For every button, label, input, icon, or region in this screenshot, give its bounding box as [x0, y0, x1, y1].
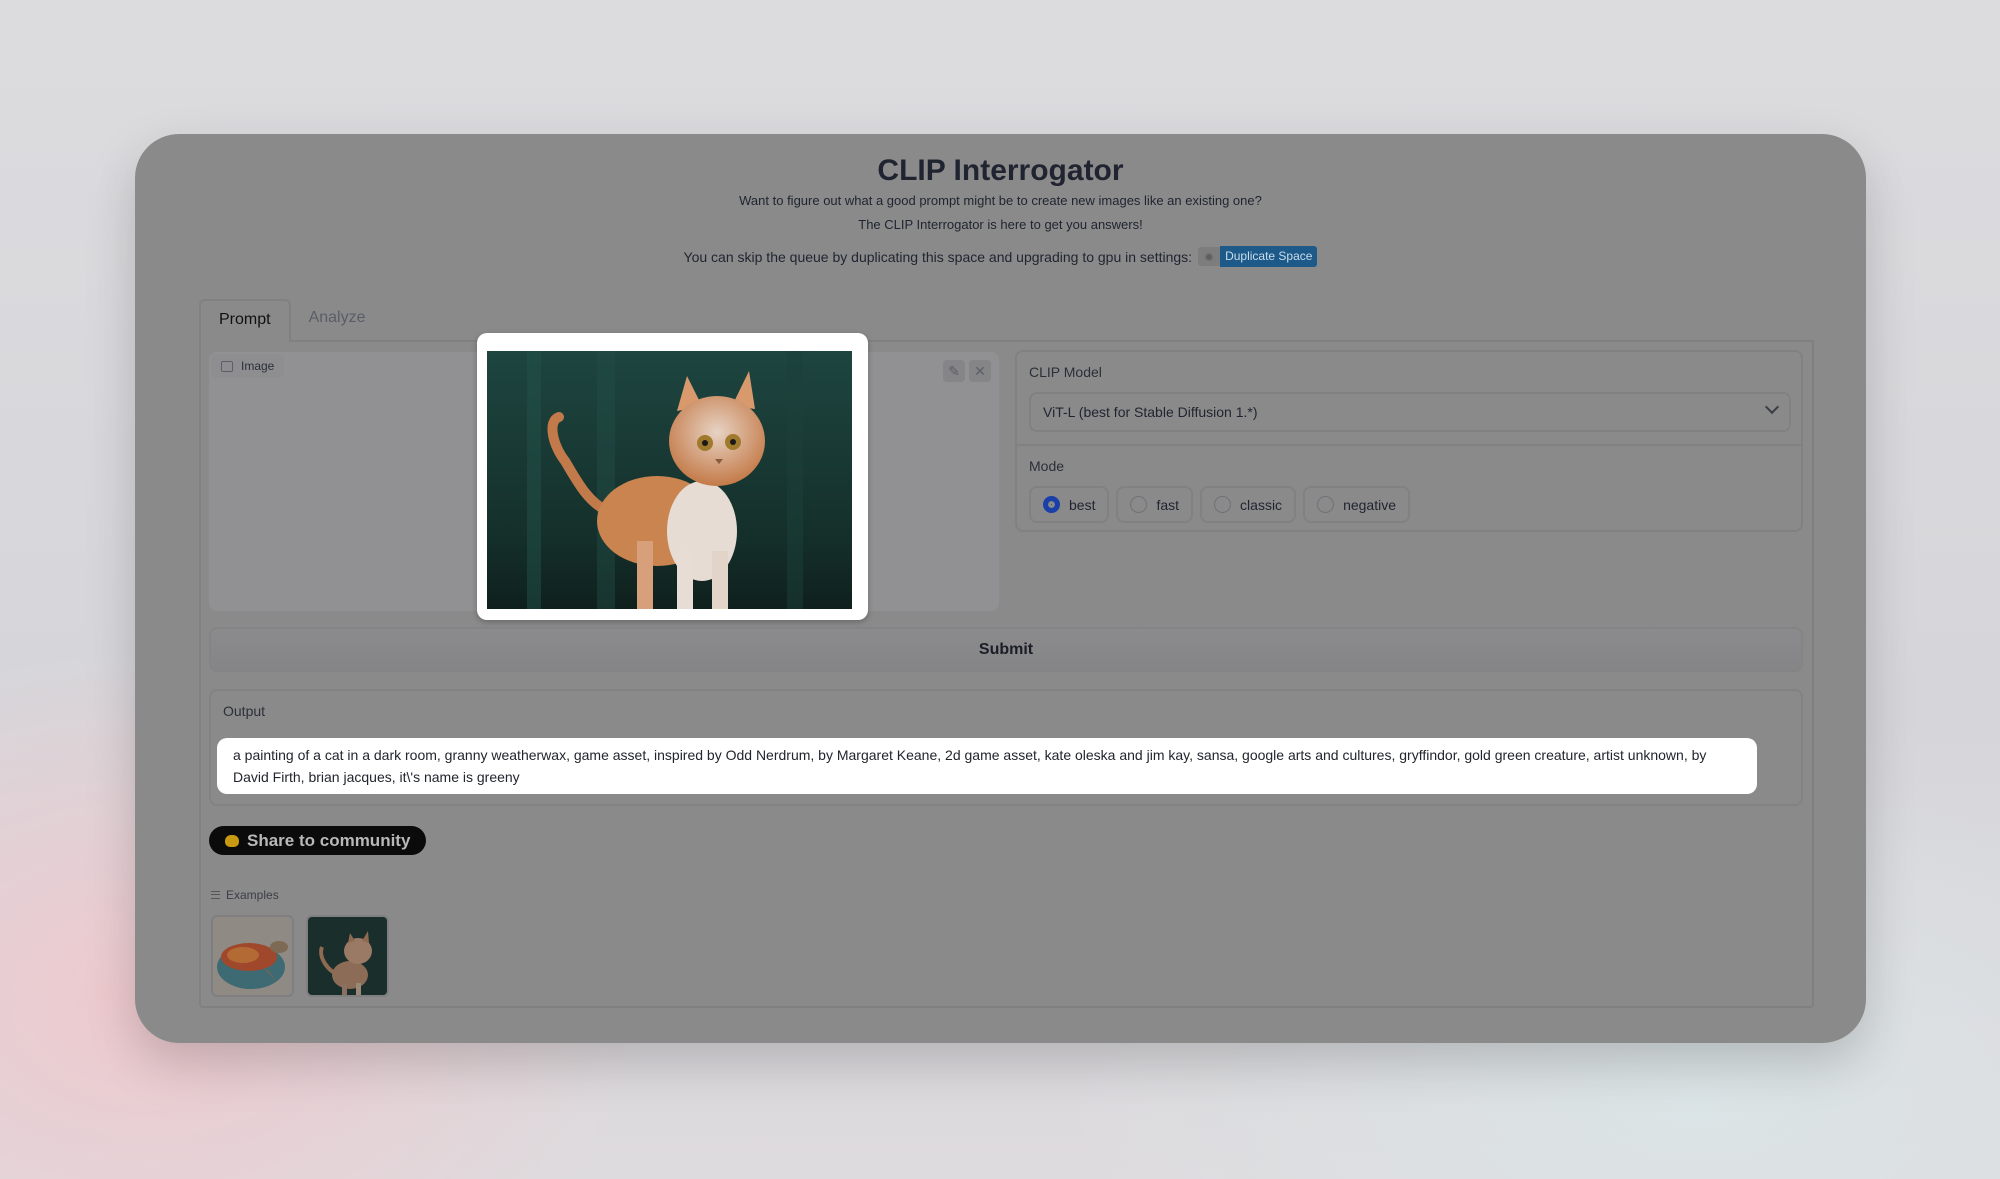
clip-model-label: CLIP Model [1029, 364, 1102, 380]
hugging-face-icon [225, 834, 239, 847]
image-icon [221, 360, 233, 372]
queue-text: You can skip the queue by duplicating th… [683, 248, 1193, 265]
mode-best-label: best [1069, 496, 1096, 513]
example-cat[interactable] [306, 915, 389, 997]
tab-analyze[interactable]: Analyze [291, 299, 384, 342]
output-label: Output [223, 703, 266, 719]
app-window: CLIP Interrogator Want to figure out wha… [135, 134, 1866, 1043]
list-icon [211, 891, 220, 899]
clip-model-dropdown[interactable]: ViT-L (best for Stable Diffusion 1.*) [1029, 392, 1791, 432]
example-turtle[interactable] [211, 915, 294, 997]
image-tools: ✎ ✕ [943, 360, 991, 382]
close-icon[interactable]: ✕ [969, 360, 991, 382]
subtitle-line-1: Want to figure out what a good prompt mi… [739, 193, 1262, 208]
image-label: Image [241, 359, 275, 373]
edit-icon[interactable]: ✎ [943, 360, 965, 382]
subtitle-line-2: The CLIP Interrogator is here to get you… [858, 217, 1143, 232]
share-to-community-button[interactable]: Share to community [209, 826, 427, 855]
image-preview-popup [477, 333, 868, 620]
chevron-down-icon [1764, 399, 1780, 415]
mode-classic-label: classic [1240, 496, 1283, 513]
duplicate-space-label: Duplicate Space [1220, 246, 1318, 267]
mode-radio-fast[interactable]: fast [1116, 486, 1194, 523]
queue-line: You can skip the queue by duplicating th… [135, 246, 1866, 267]
duplicate-icon [1198, 247, 1221, 266]
mode-negative-label: negative [1343, 496, 1396, 513]
submit-button[interactable]: Submit [209, 627, 1803, 672]
tab-prompt[interactable]: Prompt [199, 299, 291, 342]
prompt-panel: Image ✎ ✕ CLIP Model ViT-L (best for Sta… [199, 333, 1814, 1008]
mode-label: Mode [1029, 458, 1065, 474]
duplicate-space-button[interactable]: Duplicate Space [1198, 246, 1318, 267]
mode-radio-group: best fast classic negative [1029, 486, 1410, 523]
radio-unselected-icon [1130, 496, 1148, 513]
radio-unselected-icon [1214, 496, 1232, 513]
settings-panel: CLIP Model ViT-L (best for Stable Diffus… [1015, 350, 1803, 532]
divider [1017, 444, 1801, 446]
mode-radio-classic[interactable]: classic [1200, 486, 1297, 523]
mode-radio-negative[interactable]: negative [1303, 486, 1410, 523]
mode-radio-best[interactable]: best [1029, 486, 1110, 523]
examples-header: Examples [211, 888, 279, 902]
radio-unselected-icon [1317, 496, 1335, 513]
output-panel: Output a painting of a cat in a dark roo… [209, 689, 1803, 806]
page-header: CLIP Interrogator Want to figure out wha… [135, 146, 1866, 267]
examples-label: Examples [226, 888, 279, 902]
output-textbox[interactable]: a painting of a cat in a dark room, gran… [217, 738, 1757, 794]
page-title: CLIP Interrogator [877, 154, 1124, 187]
radio-selected-icon [1043, 496, 1060, 513]
tab-bar: Prompt Analyze [199, 299, 384, 342]
mode-fast-label: fast [1156, 496, 1180, 513]
share-label: Share to community [247, 830, 411, 850]
examples-gallery [211, 915, 389, 997]
clip-model-value: ViT-L (best for Stable Diffusion 1.*) [1043, 404, 1258, 420]
image-label-badge: Image [211, 354, 285, 378]
cat-painting-image [487, 351, 852, 609]
